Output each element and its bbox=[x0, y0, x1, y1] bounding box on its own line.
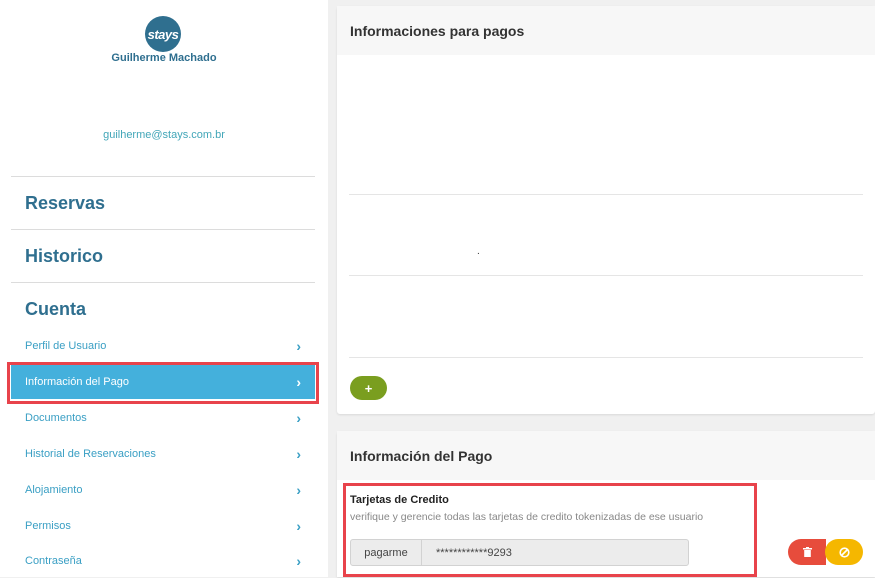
sidebar-item-label: Alojamiento bbox=[25, 484, 83, 496]
sidebar-item-label: Información del Pago bbox=[25, 376, 129, 388]
sidebar-item-label: Historial de Reservaciones bbox=[25, 448, 156, 460]
panel-title: Informaciones para pagos bbox=[337, 6, 875, 55]
section-reservas[interactable]: Reservas bbox=[25, 193, 105, 214]
ban-icon bbox=[838, 546, 850, 558]
chevron-right-icon: › bbox=[296, 446, 301, 462]
card-provider: pagarme bbox=[351, 540, 422, 565]
sidebar-item-perfil-usuario[interactable]: Perfil de Usuario › bbox=[11, 329, 315, 363]
panel-title: Información del Pago bbox=[337, 431, 875, 480]
trash-icon bbox=[802, 547, 812, 557]
cancel-card-button[interactable] bbox=[825, 539, 863, 565]
chevron-right-icon: › bbox=[296, 482, 301, 498]
sidebar-item-label: Permisos bbox=[25, 520, 71, 532]
sidebar-item-alojamiento[interactable]: Alojamiento › bbox=[11, 473, 315, 507]
chevron-right-icon: › bbox=[296, 553, 301, 569]
chevron-right-icon: › bbox=[296, 410, 301, 426]
section-cuenta[interactable]: Cuenta bbox=[25, 299, 86, 320]
user-name: Guilherme Machado bbox=[111, 52, 217, 64]
divider bbox=[11, 282, 315, 283]
chevron-right-icon: › bbox=[296, 374, 301, 390]
logo-text: stays bbox=[147, 26, 179, 42]
sidebar-item-label: Contraseña bbox=[25, 555, 82, 567]
add-payment-button[interactable]: + bbox=[350, 376, 387, 400]
payment-detail-panel: Información del Pago Tarjetas de Credito… bbox=[337, 431, 875, 577]
sidebar: stays Guilherme Machado guilherme@stays.… bbox=[0, 0, 328, 577]
card-number: ************9293 bbox=[436, 546, 512, 559]
placeholder-dot: . bbox=[477, 246, 480, 257]
sidebar-item-label: Perfil de Usuario bbox=[25, 340, 107, 352]
credit-cards-title: Tarjetas de Credito bbox=[350, 494, 449, 506]
payments-info-panel: Informaciones para pagos . + bbox=[337, 6, 875, 414]
sidebar-item-informacion-pago[interactable]: Información del Pago › bbox=[11, 365, 315, 399]
sidebar-item-contrasena[interactable]: Contraseña › bbox=[11, 544, 315, 578]
delete-card-button[interactable] bbox=[788, 539, 826, 565]
divider bbox=[11, 176, 315, 177]
sidebar-item-permisos[interactable]: Permisos › bbox=[11, 509, 315, 543]
sidebar-item-historial-reservaciones[interactable]: Historial de Reservaciones › bbox=[11, 437, 315, 471]
sidebar-item-documentos[interactable]: Documentos › bbox=[11, 401, 315, 435]
plus-icon: + bbox=[364, 380, 373, 396]
divider bbox=[349, 275, 863, 276]
chevron-right-icon: › bbox=[296, 338, 301, 354]
user-email: guilherme@stays.com.br bbox=[103, 129, 225, 141]
divider bbox=[349, 357, 863, 358]
credit-card-field: pagarme ************9293 bbox=[350, 539, 689, 566]
credit-cards-subtitle: verifique y gerencie todas las tarjetas … bbox=[350, 511, 704, 523]
divider bbox=[349, 194, 863, 195]
sidebar-item-label: Documentos bbox=[25, 412, 87, 424]
section-historico[interactable]: Historico bbox=[25, 246, 103, 267]
chevron-right-icon: › bbox=[296, 518, 301, 534]
divider bbox=[11, 229, 315, 230]
stays-logo: stays bbox=[145, 16, 181, 52]
